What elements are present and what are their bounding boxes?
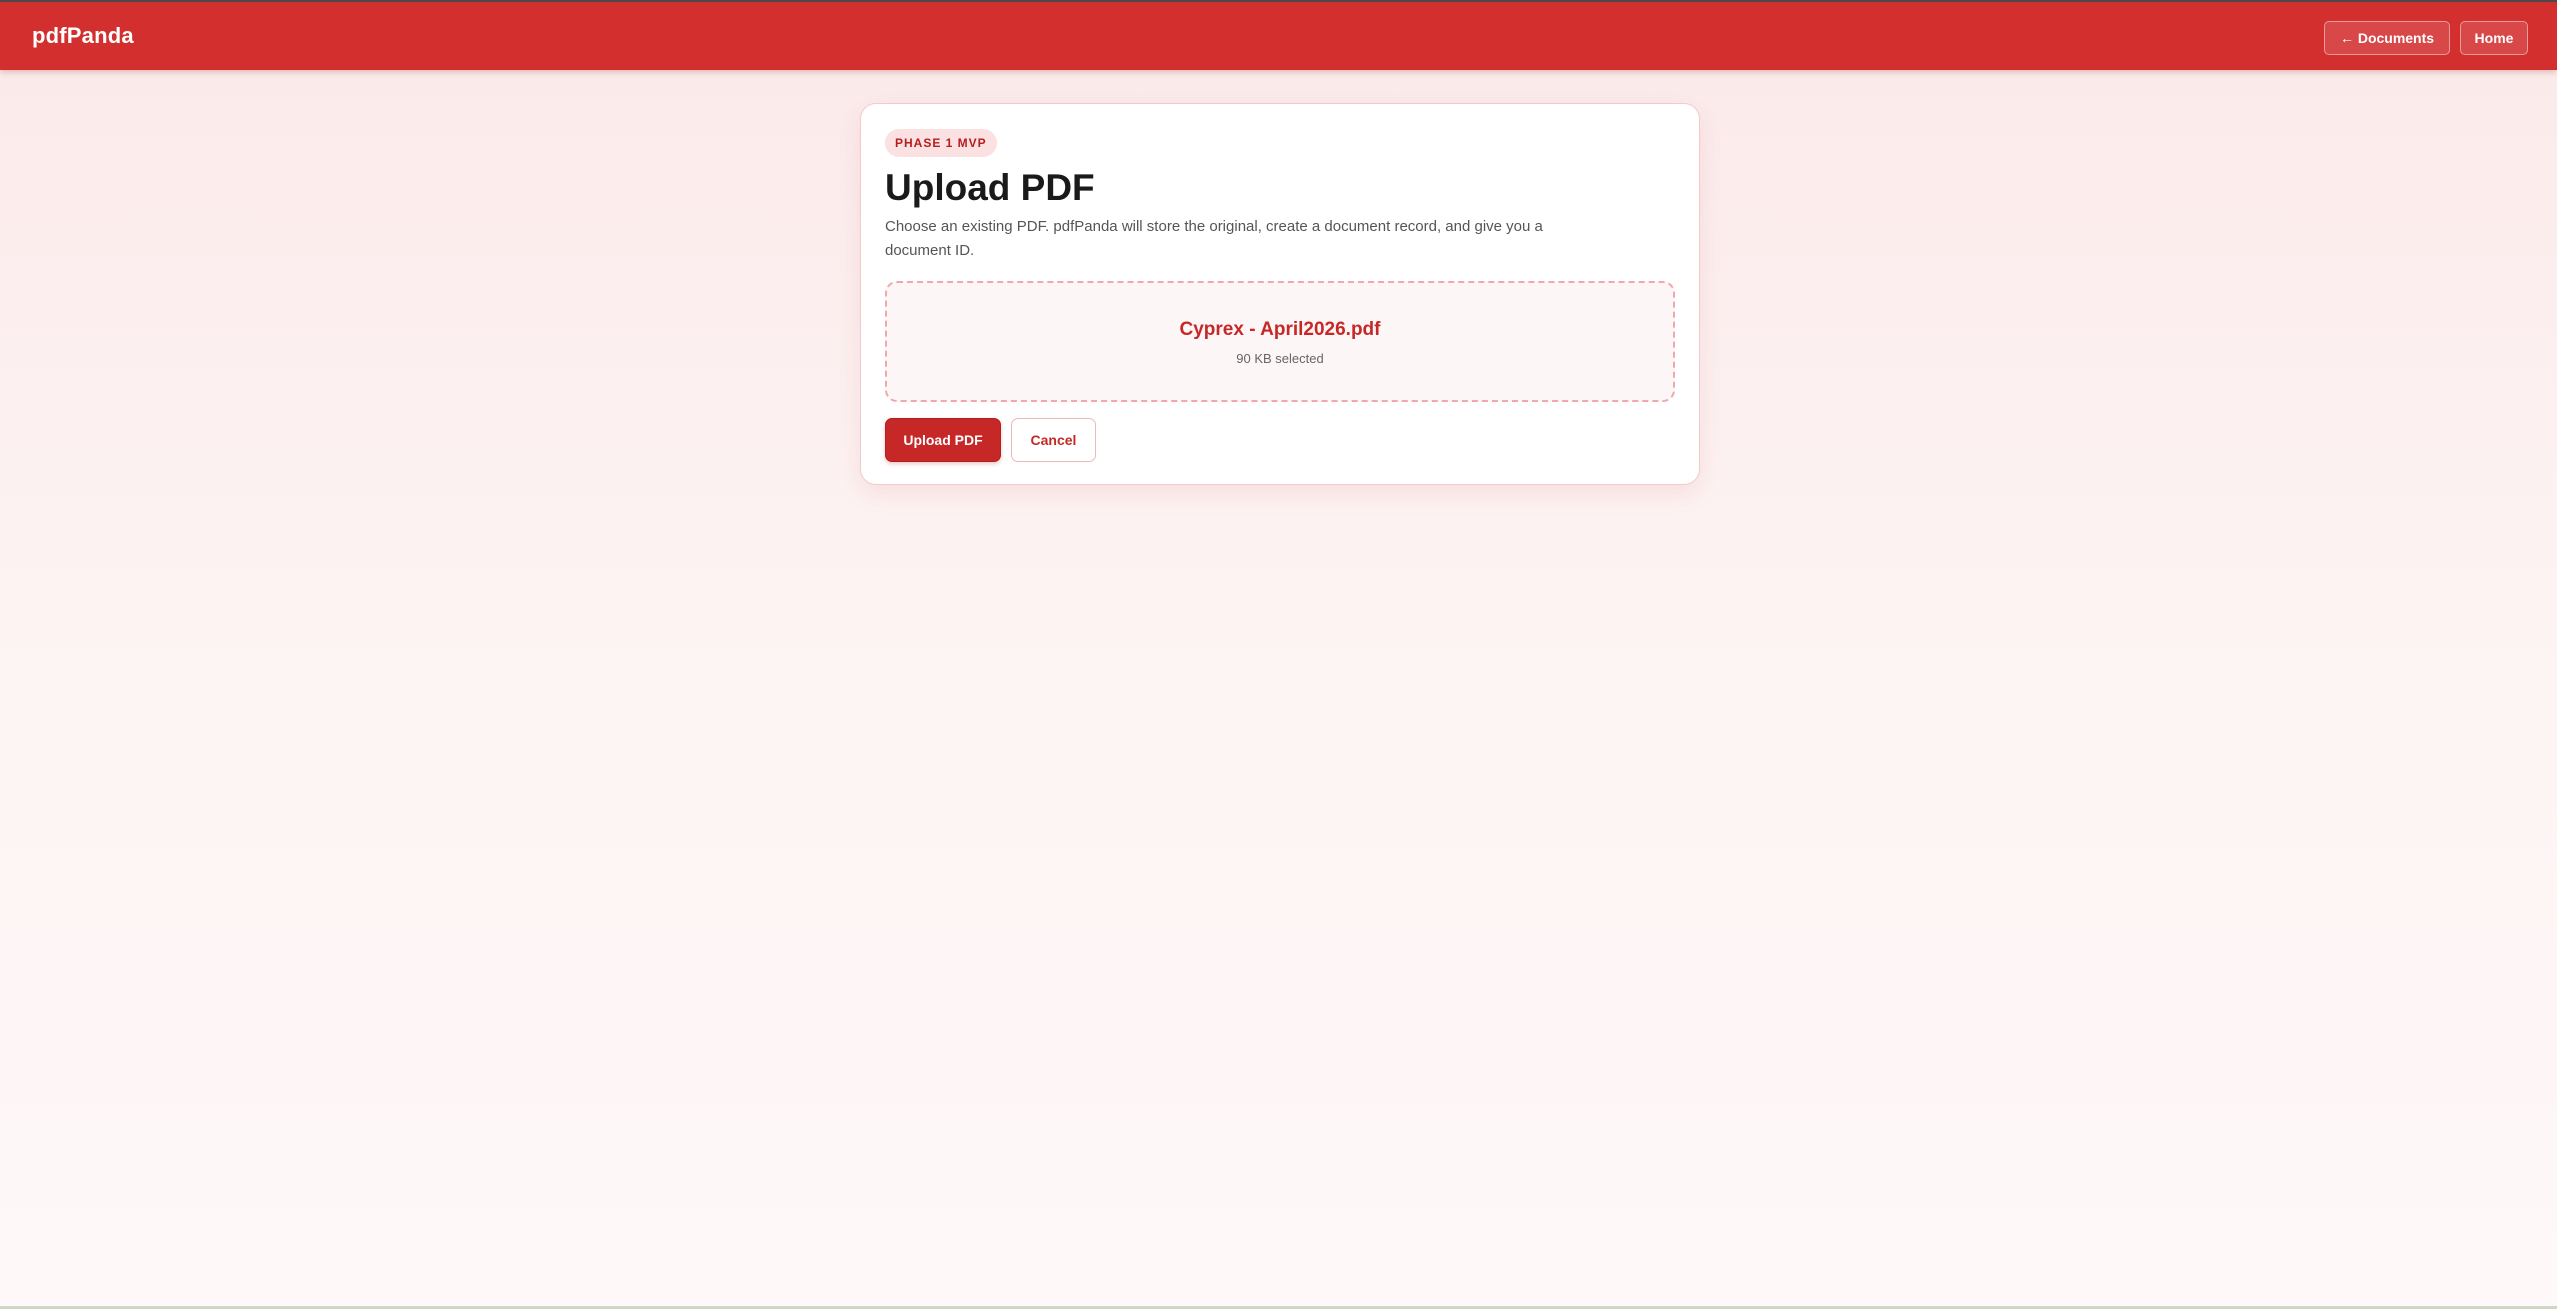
home-nav-button[interactable]: Home	[2460, 21, 2528, 55]
upload-pdf-button[interactable]: Upload PDF	[885, 418, 1001, 462]
page-title: Upload PDF	[885, 167, 1095, 208]
selected-filesize: 90 KB selected	[1236, 351, 1324, 366]
phase-badge: PHASE 1 MVP	[885, 129, 997, 157]
page-description: Choose an existing PDF. pdfPanda will st…	[885, 218, 1543, 259]
file-dropzone[interactable]: Cyprex - April2026.pdf 90 KB selected	[885, 281, 1675, 402]
documents-nav-button[interactable]: ← Documents	[2324, 21, 2450, 55]
selected-filename: Cyprex - April2026.pdf	[1179, 319, 1381, 340]
cancel-button[interactable]: Cancel	[1011, 418, 1096, 462]
top-navbar: pdfPanda ← Documents Home	[0, 2, 2557, 70]
upload-card: PHASE 1 MVP Upload PDF Choose an existin…	[860, 103, 1700, 485]
brand-logo[interactable]: pdfPanda	[32, 23, 134, 49]
